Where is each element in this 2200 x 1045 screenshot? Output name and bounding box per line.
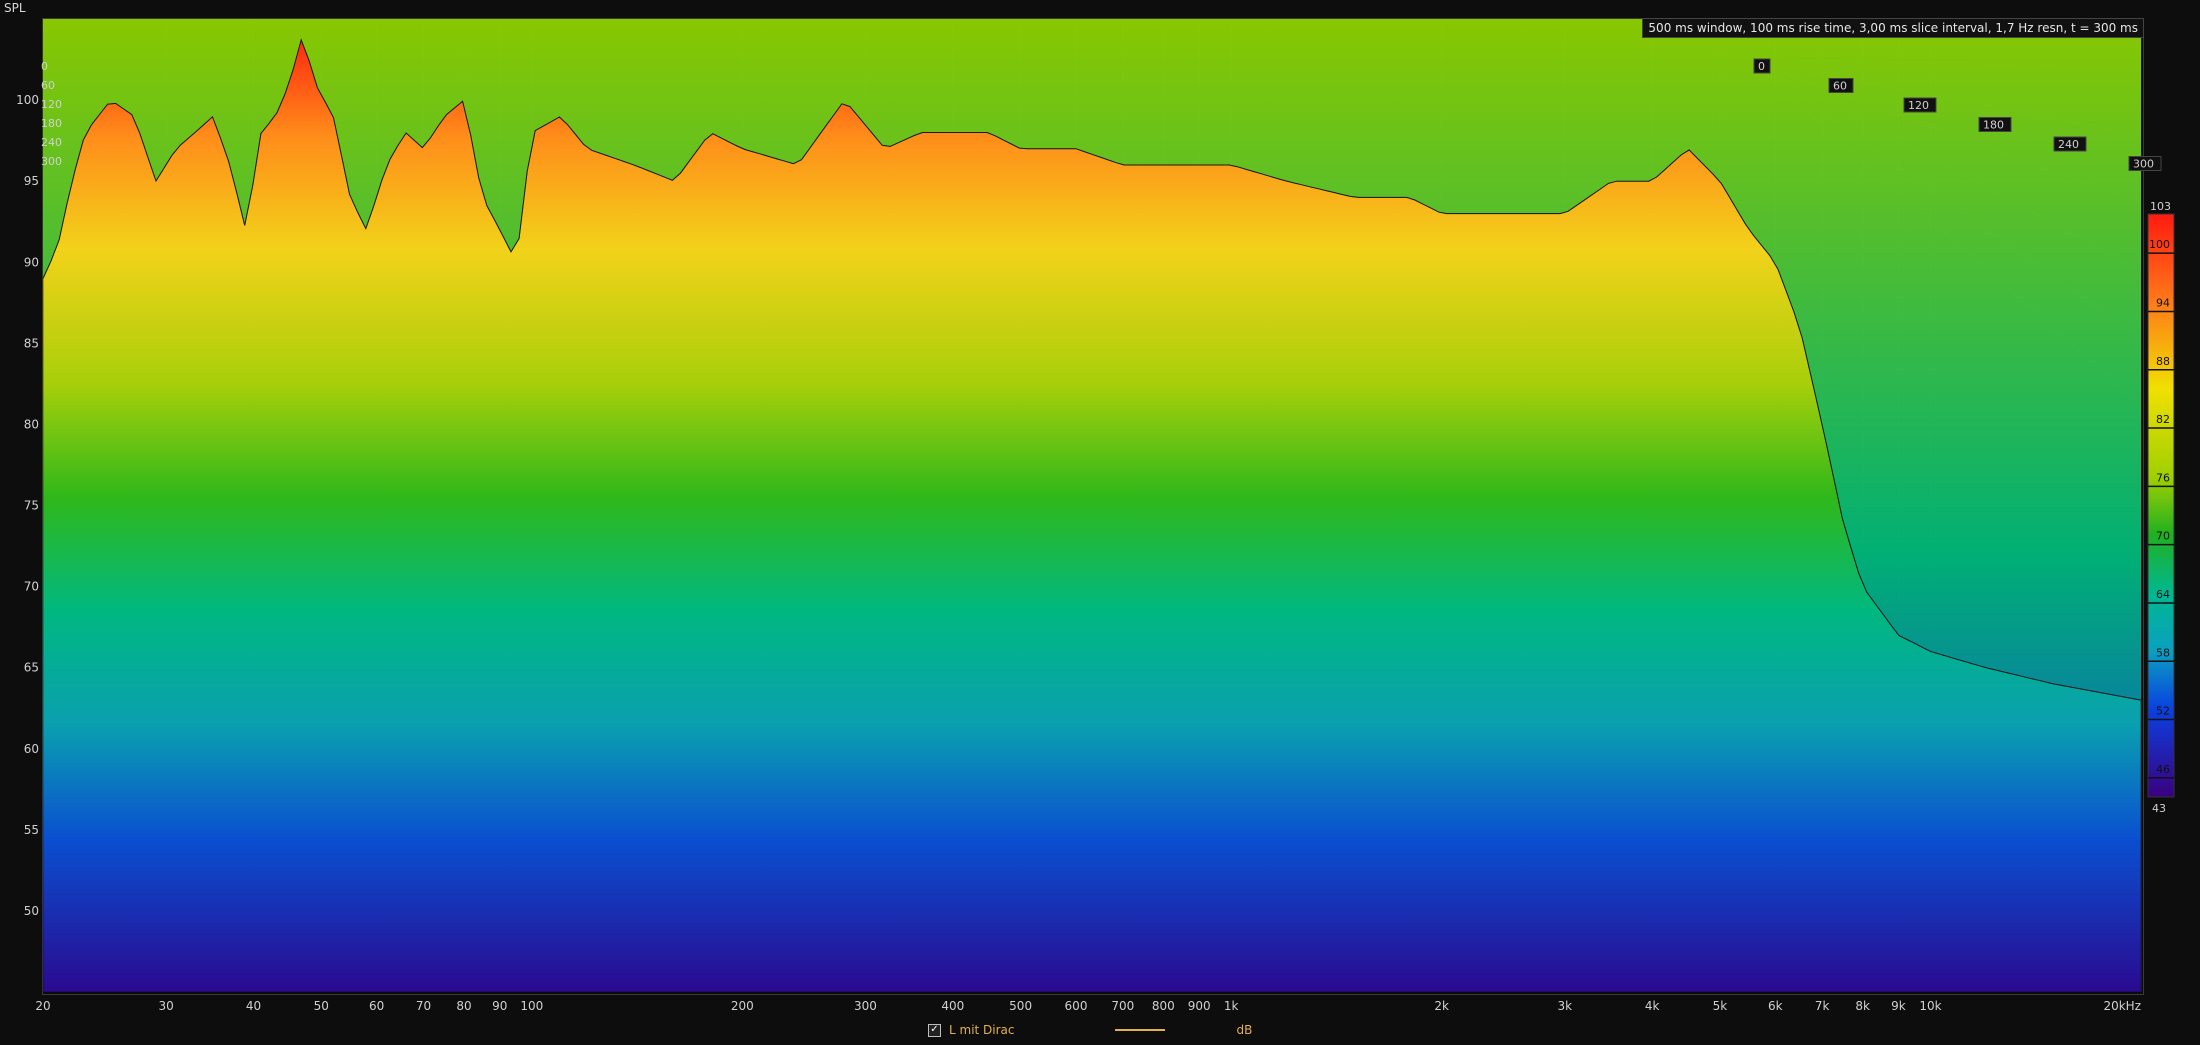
info-text: 500 ms window, 100 ms rise time, 3,00 ms… xyxy=(1642,18,2144,38)
waterfall-chart: 20 30 40 50 60 70 80 90 100 200 300 400 500 600 700 800… xyxy=(16,19,2175,1013)
y-tick-label: 90 xyxy=(24,255,39,269)
x-tick-label: 300 xyxy=(854,999,877,1013)
waterfall-surface xyxy=(43,19,2141,992)
x-tick-label: 20 xyxy=(35,999,50,1013)
x-tick-label: 7k xyxy=(1815,999,1830,1013)
x-tick-label: 200 xyxy=(731,999,754,1013)
colorbar-tick-label: 94 xyxy=(2156,296,2170,309)
x-tick-label: 800 xyxy=(1152,999,1175,1013)
y-tick-label: 95 xyxy=(24,174,39,188)
x-tick-label: 900 xyxy=(1188,999,1211,1013)
time-label-left: 300 xyxy=(41,155,62,168)
colorbar-tick-label: 76 xyxy=(2156,471,2170,484)
legend: ✓ L mit Dirac dB xyxy=(928,1021,1252,1039)
legend-series-label[interactable]: L mit Dirac xyxy=(949,1023,1015,1037)
colorbar-tick-label: 82 xyxy=(2156,413,2170,426)
colorbar-tick-label: 58 xyxy=(2156,646,2170,659)
time-label-right: 300 xyxy=(2133,158,2154,171)
time-label-left: 180 xyxy=(41,117,62,130)
colorbar-tick-label: 46 xyxy=(2156,763,2170,776)
x-tick-label: 4k xyxy=(1645,999,1660,1013)
y-tick-label: 100 xyxy=(16,93,39,107)
x-tick-label: 6k xyxy=(1768,999,1783,1013)
time-label-left: 0 xyxy=(41,60,48,73)
x-tick-label: 700 xyxy=(1111,999,1134,1013)
time-label-right: 0 xyxy=(1758,60,1765,73)
x-tick-label: 2k xyxy=(1434,999,1449,1013)
y-tick-label: 55 xyxy=(24,823,39,837)
colorbar: 103 43 100 94 88 82 76 70 64 58 52 46 xyxy=(2147,200,2175,815)
x-tick-label: 60 xyxy=(369,999,384,1013)
time-label-right: 180 xyxy=(1983,119,2004,132)
x-tick-label: 20kHz xyxy=(2103,999,2141,1013)
y-tick-label: 65 xyxy=(24,661,39,675)
legend-checkbox[interactable]: ✓ xyxy=(928,1023,941,1037)
y-axis-title: SPL xyxy=(4,1,26,15)
colorbar-min-label: 43 xyxy=(2152,802,2166,815)
x-tick-label: 40 xyxy=(246,999,261,1013)
y-tick-label: 50 xyxy=(24,904,39,918)
colorbar-tick-label: 64 xyxy=(2156,588,2170,601)
x-tick-label: 500 xyxy=(1009,999,1032,1013)
colorbar-tick-label: 100 xyxy=(2149,238,2170,251)
x-tick-label: 50 xyxy=(314,999,329,1013)
x-tick-label: 600 xyxy=(1065,999,1088,1013)
legend-unit: dB xyxy=(1236,1023,1253,1037)
colorbar-max-label: 103 xyxy=(2150,200,2171,213)
x-tick-label: 90 xyxy=(492,999,507,1013)
time-label-left: 60 xyxy=(41,79,55,92)
time-label-right: 60 xyxy=(1833,80,1847,93)
x-tick-label: 9k xyxy=(1891,999,1906,1013)
y-tick-label: 70 xyxy=(24,580,39,594)
y-tick-label: 75 xyxy=(24,499,39,513)
x-tick-label: 8k xyxy=(1855,999,1870,1013)
y-tick-label: 85 xyxy=(24,336,39,350)
x-tick-label: 100 xyxy=(520,999,543,1013)
x-tick-label: 80 xyxy=(456,999,471,1013)
x-tick-label: 10k xyxy=(1919,999,1941,1013)
x-tick-label: 30 xyxy=(159,999,174,1013)
legend-line-swatch xyxy=(1114,1029,1165,1031)
colorbar-tick-label: 52 xyxy=(2156,705,2170,718)
y-tick-label: 60 xyxy=(24,742,39,756)
time-label-right: 240 xyxy=(2058,138,2079,151)
x-tick-label: 5k xyxy=(1713,999,1728,1013)
x-tick-label: 3k xyxy=(1558,999,1573,1013)
time-label-left: 120 xyxy=(41,98,62,111)
colorbar-tick-label: 70 xyxy=(2156,530,2170,543)
time-label-left: 240 xyxy=(41,136,62,149)
x-tick-label: 1k xyxy=(1224,999,1239,1013)
time-label-right: 120 xyxy=(1908,99,1929,112)
x-tick-label: 400 xyxy=(941,999,964,1013)
colorbar-tick-label: 88 xyxy=(2156,355,2170,368)
y-tick-label: 80 xyxy=(24,417,39,431)
x-tick-label: 70 xyxy=(416,999,431,1013)
